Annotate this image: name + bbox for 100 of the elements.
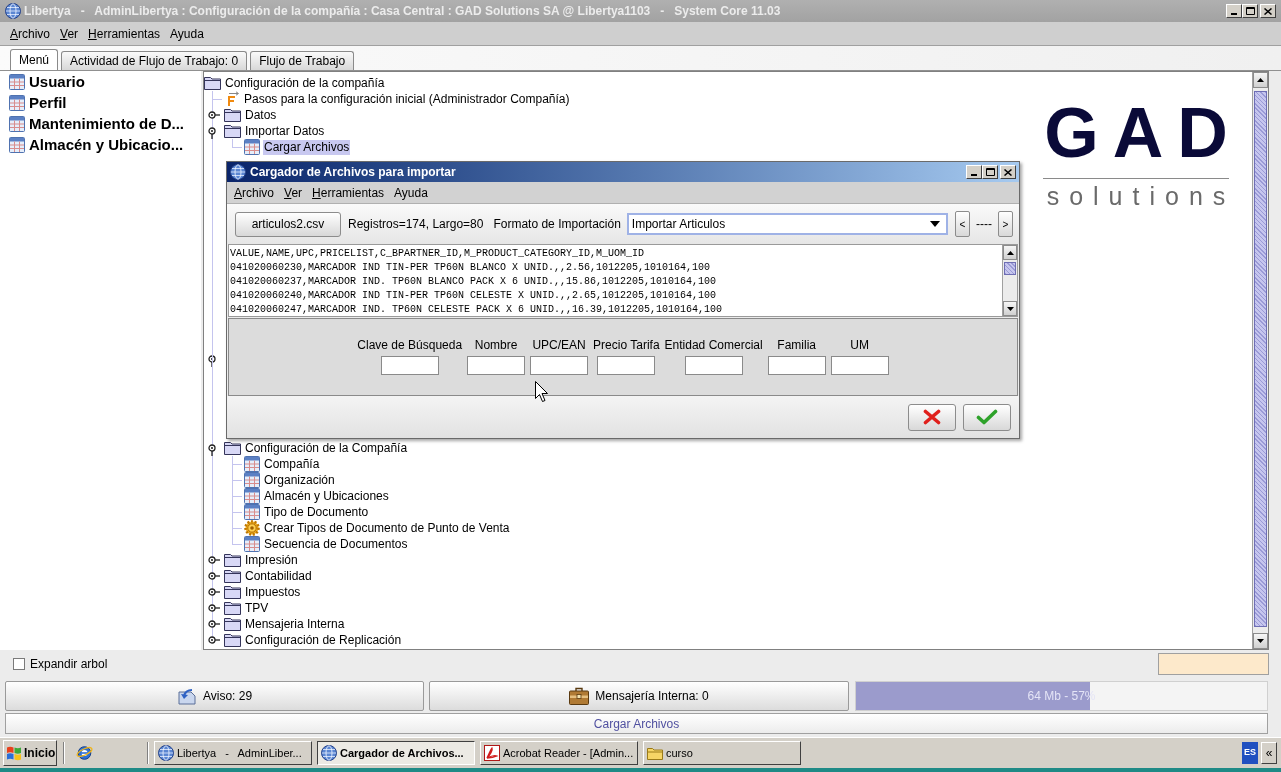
csv-line: VALUE,NAME,UPC,PRICELIST,C_BPARTNER_ID,M_PRODUCT_CATEGORY_ID,M_UOM_ID <box>230 247 646 261</box>
format-dropdown[interactable]: Importar Articulos <box>626 213 948 235</box>
table-icon <box>9 136 25 153</box>
start-button[interactable]: Inicio <box>3 740 57 766</box>
briefcase-icon <box>569 687 590 705</box>
table-icon <box>9 73 25 90</box>
taskbar-button[interactable]: Cargador de Archivos... <box>317 741 475 765</box>
taskbar-button[interactable]: Acrobat Reader - [Admin... <box>480 741 638 765</box>
maximize-button[interactable] <box>982 165 998 179</box>
tab[interactable]: Flujo de Trabajo <box>250 51 355 70</box>
dialog-title: Cargador de Archivos para importar <box>250 164 456 181</box>
tree-item[interactable]: Mensajeria Interna <box>244 616 346 632</box>
minimize-icon <box>971 174 977 176</box>
table-icon <box>9 94 25 111</box>
collapsed-handle-icon[interactable] <box>208 588 220 596</box>
tree-item[interactable]: TPV <box>244 600 270 616</box>
input-field[interactable] <box>684 356 743 375</box>
expanded-handle-icon[interactable] <box>208 443 216 456</box>
collapsed-handle-icon[interactable] <box>208 556 220 564</box>
tree-item[interactable]: Tipo de Documento <box>263 504 370 520</box>
tree-item[interactable]: Organización <box>263 472 336 488</box>
expanded-handle-icon[interactable] <box>208 354 216 367</box>
menu-item[interactable]: Archivo <box>5 24 56 43</box>
favorite-item[interactable]: Mantenimiento de D... <box>29 114 184 133</box>
expanded-handle-icon[interactable] <box>208 126 216 139</box>
taskbar-button[interactable]: Libertya - AdminLiber... <box>154 741 312 765</box>
status-button[interactable]: Mensajería Interna: 0 <box>429 681 849 711</box>
maximize-icon <box>985 168 995 176</box>
minimize-button[interactable] <box>966 165 982 179</box>
collapsed-handle-icon[interactable] <box>208 572 220 580</box>
menu-item[interactable]: Ver <box>55 24 84 43</box>
input-field[interactable] <box>767 356 826 375</box>
browser-icon[interactable] <box>76 745 93 761</box>
tree-item[interactable]: Almacén y Ubicaciones <box>263 488 390 504</box>
field-label: UM <box>850 338 869 352</box>
arrow-icon <box>176 687 197 705</box>
tree-item[interactable]: Pasos para la configuración inicial (Administrador Compañía) <box>243 91 571 107</box>
down-arrow-icon <box>1257 639 1264 643</box>
scroll-down-button[interactable] <box>1003 301 1017 316</box>
menu-item[interactable]: Ver <box>279 183 308 202</box>
file-button[interactable]: articulos2.csv <box>235 211 341 237</box>
ok-button[interactable] <box>963 403 1011 431</box>
tree-item[interactable]: Importar Datos <box>244 123 326 139</box>
favorite-item[interactable]: Perfil <box>29 93 67 112</box>
input-field[interactable] <box>467 356 526 375</box>
field-label: Nombre <box>474 338 518 352</box>
close-button[interactable] <box>1000 165 1016 179</box>
collapsed-handle-icon[interactable] <box>208 620 220 628</box>
tree-item[interactable]: Configuración de la Compañía <box>244 440 409 456</box>
input-field[interactable] <box>380 356 439 375</box>
tree-item[interactable]: Cargar Archivos <box>263 139 351 155</box>
tree-item[interactable]: Configuración de Replicación <box>244 632 403 648</box>
folder-icon <box>224 601 241 615</box>
scrollbar-thumb[interactable] <box>1004 262 1016 275</box>
menu-item[interactable]: Archivo <box>229 183 280 202</box>
menu-item[interactable]: Herramientas <box>83 24 166 43</box>
input-field[interactable] <box>597 356 656 375</box>
status-button[interactable]: Aviso: 29 <box>5 681 424 711</box>
favorite-item[interactable]: Usuario <box>29 72 85 91</box>
close-icon <box>1264 7 1272 15</box>
minimize-button[interactable] <box>1226 4 1242 18</box>
tree-item[interactable]: Crear Tipos de Documento de Punto de Venta <box>263 520 511 536</box>
scroll-down-button[interactable] <box>1253 633 1268 649</box>
collapsed-handle-icon[interactable] <box>208 636 220 644</box>
tree-item[interactable]: Configuración de la compañía <box>224 75 386 91</box>
menu-item[interactable]: Herramientas <box>307 183 390 202</box>
window-title: Libertya - AdminLibertya : Configuración de la compañía : Casa Central : GAD Solutions SA @ Libertya1103 - System Core 11.03 <box>24 3 781 20</box>
scrollbar-thumb[interactable] <box>1254 91 1267 627</box>
language-indicator[interactable]: ES <box>1242 742 1258 764</box>
tree-item[interactable]: Secuencia de Documentos <box>263 536 409 552</box>
tree-item[interactable]: Contabilidad <box>244 568 313 584</box>
maximize-button[interactable] <box>1242 4 1258 18</box>
menu-item[interactable]: Ayuda <box>165 24 209 43</box>
close-button[interactable] <box>1260 4 1276 18</box>
tree-item[interactable]: Datos <box>244 107 278 123</box>
next-button[interactable]: > <box>998 211 1013 237</box>
collapsed-handle-icon[interactable] <box>208 604 220 612</box>
previous-button[interactable]: < <box>955 211 970 237</box>
menu-item[interactable]: Ayuda <box>389 183 433 202</box>
taskbar-button[interactable]: curso <box>643 741 801 765</box>
scroll-up-button[interactable] <box>1253 72 1268 88</box>
input-field[interactable] <box>830 356 889 375</box>
csv-preview[interactable] <box>228 244 1018 317</box>
tray-toggle-button[interactable]: « <box>1261 742 1277 764</box>
up-arrow-icon <box>1006 250 1014 255</box>
favorite-item[interactable]: Almacén y Ubicacio... <box>29 135 184 154</box>
folder-icon <box>204 76 221 90</box>
scroll-up-button[interactable] <box>1003 245 1017 260</box>
checkbox[interactable] <box>13 658 25 670</box>
tree-item[interactable]: Compañía <box>263 456 321 472</box>
tree-item[interactable]: Impresión <box>244 552 299 568</box>
cancel-button[interactable] <box>908 403 956 431</box>
input-field[interactable] <box>530 356 589 375</box>
collapsed-handle-icon[interactable] <box>208 111 220 119</box>
table-icon <box>244 536 260 552</box>
tab[interactable]: Menú <box>10 49 59 70</box>
tab[interactable]: Actividad de Flujo de Trabajo: 0 <box>61 51 248 70</box>
globe-icon <box>321 745 337 761</box>
minimize-icon <box>1231 13 1237 15</box>
tree-item[interactable]: Impuestos <box>244 584 302 600</box>
